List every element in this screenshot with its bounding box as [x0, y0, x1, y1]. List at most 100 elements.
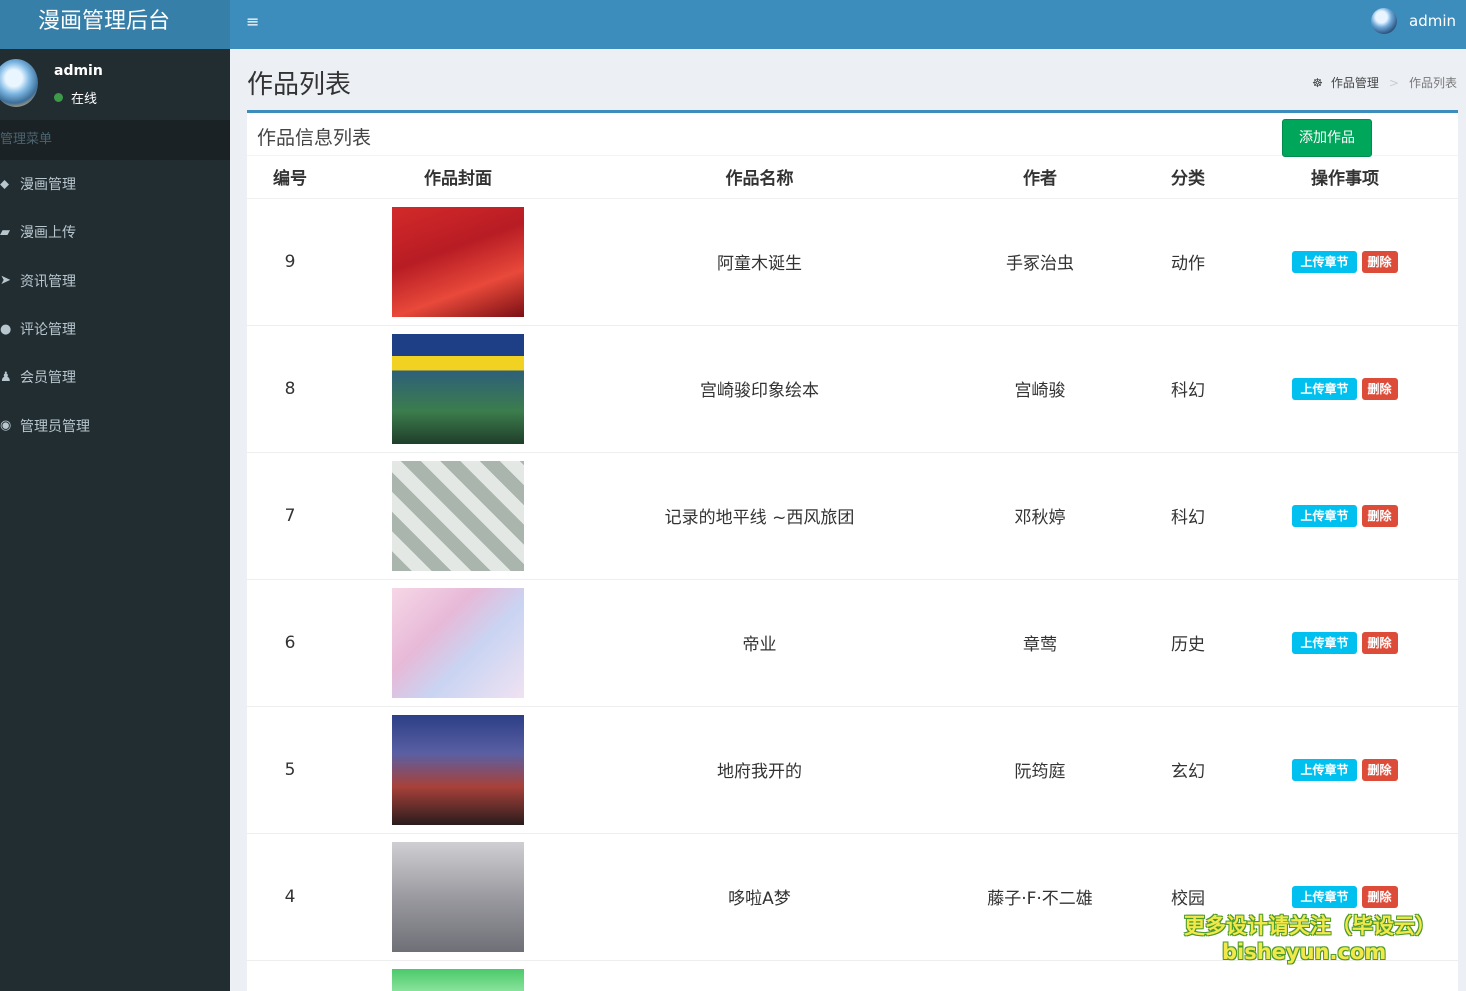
- breadcrumb-parent[interactable]: 作品管理: [1331, 74, 1379, 91]
- comments-icon: ●: [0, 321, 12, 337]
- cell-empty: [936, 959, 1144, 991]
- delete-button[interactable]: 删除: [1361, 758, 1398, 781]
- add-work-button[interactable]: 添加作品: [1282, 119, 1372, 157]
- table-row: 9 阿童木诞生 手冢治虫 动作 上传章节 删除: [247, 197, 1458, 325]
- cell-category: 科幻: [1144, 324, 1232, 452]
- cover-image: [392, 714, 524, 825]
- users-icon: ♟: [0, 369, 12, 385]
- box-header: 作品信息列表 添加作品: [247, 113, 1458, 157]
- user-status: 在线: [54, 88, 97, 107]
- sidebar-item-label: 资讯管理: [20, 273, 76, 290]
- table-row: 5 地府我开的 阮筠庭 玄幻 上传章节 删除: [247, 705, 1458, 833]
- cover-image: [392, 968, 524, 991]
- sidebar-item-label: 会员管理: [20, 370, 76, 387]
- cover-image: [392, 841, 524, 952]
- column-header: 作品封面: [333, 156, 583, 199]
- cell-name: 哆啦A梦: [583, 832, 936, 960]
- delete-button[interactable]: 删除: [1361, 885, 1398, 908]
- page-title: 作品列表: [247, 70, 352, 100]
- cell-cover: [333, 324, 583, 452]
- sidebar-toggle-icon[interactable]: ≡: [246, 12, 259, 31]
- table-header-row: 编号 作品封面 作品名称 作者 分类 操作事项: [247, 156, 1458, 199]
- sidebar: admin 在线 管理菜单 ⬥ 漫画管理 ▰ 漫画上传 ➤ 资讯管理 ● 评论管理 ♟ 会员管理 ◉…: [0, 49, 230, 991]
- avatar: [1371, 8, 1397, 34]
- works-list-box: 作品信息列表 添加作品 编号 作品封面 作品名称 作者 分类 操作事项 9 阿童木诞生 手冢治…: [247, 110, 1458, 991]
- cell-author: 手冢治虫: [936, 197, 1144, 325]
- cell-id: 8: [247, 324, 333, 452]
- cell-category: 动作: [1144, 197, 1232, 325]
- cell-actions: 上传章节 删除: [1232, 578, 1458, 706]
- watermark-line1: 更多设计请关注（毕设云）: [1184, 914, 1436, 938]
- cell-author: 宫崎骏: [936, 324, 1144, 452]
- column-header: 分类: [1144, 156, 1232, 199]
- row-actions: 上传章节 删除: [1232, 250, 1458, 273]
- cell-author: 藤子·F·不二雄: [936, 832, 1144, 960]
- dashboard-icon: ☸: [1312, 75, 1323, 90]
- cell-cover: [333, 578, 583, 706]
- user-panel-name: admin: [54, 63, 103, 79]
- sidebar-item-1[interactable]: ▰ 漫画上传: [0, 208, 230, 256]
- cell-cover: [333, 451, 583, 579]
- works-table: 编号 作品封面 作品名称 作者 分类 操作事项 9 阿童木诞生 手冢治虫 动作 上传章节 删除 8 宫崎…: [247, 156, 1458, 991]
- row-actions: 上传章节 删除: [1232, 758, 1458, 781]
- app-logo[interactable]: 漫画管理后台: [0, 0, 230, 49]
- upload-chapter-button[interactable]: 上传章节: [1292, 885, 1357, 908]
- column-header: 作品名称: [583, 156, 936, 199]
- cell-id: 5: [247, 705, 333, 833]
- sidebar-menu: ⬥ 漫画管理 ▰ 漫画上传 ➤ 资讯管理 ● 评论管理 ♟ 会员管理 ◉ 管理员管理: [0, 160, 230, 450]
- table-row: 7 记录的地平线 ~西风旅团 邓秋婷 科幻 上传章节 删除: [247, 451, 1458, 579]
- sidebar-item-3[interactable]: ● 评论管理: [0, 305, 230, 353]
- breadcrumb: ☸ 作品管理 > 作品列表: [1312, 74, 1457, 91]
- paper-plane-icon: ➤: [0, 273, 11, 289]
- delete-button[interactable]: 删除: [1361, 504, 1398, 527]
- cell-author: 阮筠庭: [936, 705, 1144, 833]
- upload-chapter-button[interactable]: 上传章节: [1292, 631, 1357, 654]
- cell-id: 9: [247, 197, 333, 325]
- user-menu[interactable]: admin: [1371, 8, 1456, 34]
- sidebar-item-0[interactable]: ⬥ 漫画管理: [0, 160, 230, 208]
- book-icon: ▰: [0, 224, 10, 240]
- cover-image: [392, 333, 524, 444]
- cell-name: 宫崎骏印象绘本: [583, 324, 936, 452]
- watermark: 更多设计请关注（毕设云） bisheyun.com: [1184, 913, 1436, 965]
- top-navbar: 漫画管理后台 ≡ admin: [0, 0, 1466, 49]
- sidebar-item-label: 漫画管理: [20, 177, 76, 194]
- cover-image: [392, 206, 524, 317]
- column-header: 编号: [247, 156, 333, 199]
- box-title: 作品信息列表: [257, 127, 372, 149]
- row-actions: 上传章节 删除: [1232, 504, 1458, 527]
- delete-button[interactable]: 删除: [1361, 631, 1398, 654]
- sidebar-item-4[interactable]: ♟ 会员管理: [0, 353, 230, 401]
- sidebar-item-5[interactable]: ◉ 管理员管理: [0, 401, 230, 449]
- upload-chapter-button[interactable]: 上传章节: [1292, 250, 1357, 273]
- cell-id: 7: [247, 451, 333, 579]
- cell-author: 邓秋婷: [936, 451, 1144, 579]
- cell-author: 章莺: [936, 578, 1144, 706]
- online-dot-icon: [54, 93, 63, 102]
- cell-actions: 上传章节 删除: [1232, 451, 1458, 579]
- cell-id: 4: [247, 832, 333, 960]
- table-row: 6 帝业 章莺 历史 上传章节 删除: [247, 578, 1458, 706]
- sidebar-item-2[interactable]: ➤ 资讯管理: [0, 257, 230, 305]
- cell-cover: [333, 959, 583, 991]
- cell-name: 帝业: [583, 578, 936, 706]
- cell-cover: [333, 197, 583, 325]
- sidebar-item-label: 管理员管理: [20, 418, 90, 435]
- column-header: 作者: [936, 156, 1144, 199]
- upload-chapter-button[interactable]: 上传章节: [1292, 504, 1357, 527]
- cell-actions: 上传章节 删除: [1232, 197, 1458, 325]
- breadcrumb-separator: >: [1388, 75, 1399, 90]
- sidebar-item-label: 漫画上传: [20, 225, 76, 242]
- table-row: 8 宫崎骏印象绘本 宫崎骏 科幻 上传章节 删除: [247, 324, 1458, 452]
- sidebar-item-label: 评论管理: [20, 322, 76, 339]
- avatar: [0, 59, 38, 107]
- tag-icon: ⬥: [0, 176, 10, 192]
- delete-button[interactable]: 删除: [1361, 250, 1398, 273]
- user-circle-icon: ◉: [0, 418, 12, 434]
- delete-button[interactable]: 删除: [1361, 377, 1398, 400]
- upload-chapter-button[interactable]: 上传章节: [1292, 758, 1357, 781]
- watermark-line2: bisheyun.com: [1222, 940, 1387, 964]
- cover-image: [392, 587, 524, 698]
- cell-category: 科幻: [1144, 451, 1232, 579]
- upload-chapter-button[interactable]: 上传章节: [1292, 377, 1357, 400]
